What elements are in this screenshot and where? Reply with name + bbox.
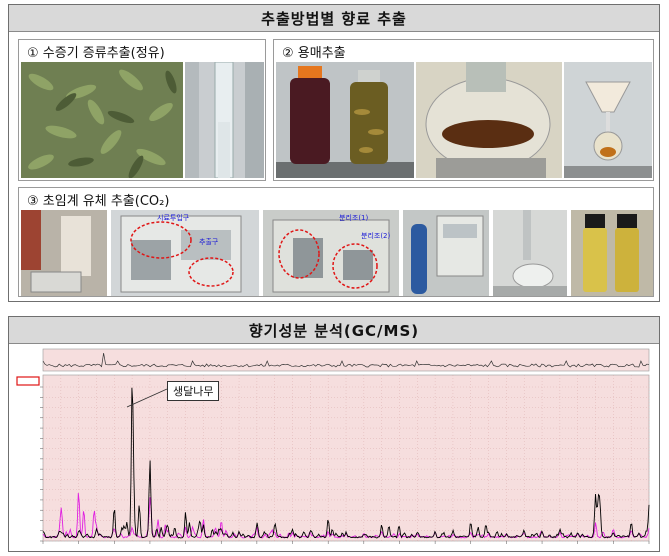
photo-filter-funnel [564,62,652,178]
photo-co2-cylinder [403,210,489,296]
photo-collection-vessel [493,210,567,296]
photo-lab-scale [21,210,107,296]
section-label-steam: ① 수증기 증류추출(정유) [27,46,165,61]
chart-top-strip [42,348,650,372]
photo-sfe-machine-2: 분리조(1) 분리조(2) [263,210,399,296]
section-label-supercritical: ③ 초임계 유체 추출(CO₂) [27,194,170,209]
chart-scale-highlight [16,376,40,386]
section-steam-distillation: ① 수증기 증류추출(정유) [18,39,266,181]
peak-callout: 생달나무 [167,381,220,401]
photo-leaves [21,62,183,178]
photo-extract-vials [571,210,653,296]
section-label-solvent: ② 용매추출 [282,46,346,61]
section-supercritical-extraction: ③ 초임계 유체 추출(CO₂) 시료투입구 추출구 분리조(1) 분리조(2) [18,187,654,297]
tag-separator-2: 분리조(2) [361,231,391,240]
photo-solvent-flask [416,62,562,178]
extraction-panel: 추출방법별 향료 추출 ① 수증기 증류추출(정유) ② 용매추출 ③ 초임계 … [8,4,660,302]
gcms-chart-svg [16,348,650,544]
photo-distillation-column [185,62,264,178]
extraction-title: 추출방법별 향료 추출 [9,5,659,32]
analysis-title: 향기성분 분석(GC/MS) [9,317,659,344]
photo-solvent-bottles [276,62,414,178]
photo-sfe-machine-1: 시료투입구 추출구 [111,210,259,296]
tag-extraction-port: 추출구 [199,237,219,246]
tag-sample-inlet: 시료투입구 [157,214,190,222]
gcms-chart: 생달나무 [15,347,655,549]
section-solvent-extraction: ② 용매추출 [273,39,654,181]
tag-separator-1: 분리조(1) [339,213,369,222]
analysis-panel: 향기성분 분석(GC/MS) 생달나무 [8,316,660,552]
